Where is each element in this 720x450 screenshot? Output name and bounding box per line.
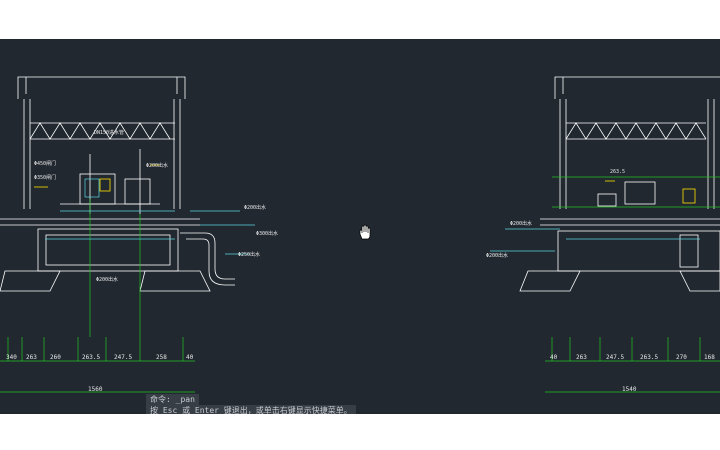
label-l6: Φ300出水 — [256, 230, 278, 237]
right-dimensions: 40 263 247.5 263.5 270 168 1540 — [550, 354, 715, 393]
dim-left-1: 263 — [26, 354, 37, 361]
hand-pan-icon — [358, 224, 372, 240]
right-cyan-details — [490, 228, 700, 252]
dim-right-4: 270 — [676, 354, 687, 361]
label-l5: Φ200出水 — [244, 204, 266, 211]
label-r2: Φ200出水 — [510, 220, 532, 227]
label-l8: Φ200出水 — [96, 276, 118, 283]
dim-left-5: 258 — [156, 354, 167, 361]
command-history-line: 命令: _pan — [146, 394, 199, 405]
right-green-lines — [545, 176, 720, 393]
left-dimensions: 340 263 260 263.5 247.5 258 40 1560 — [6, 354, 194, 393]
dim-right-5: 168 — [704, 354, 715, 361]
label-l4: Φ200出水 — [146, 162, 168, 169]
label-l7: Φ250出水 — [238, 251, 260, 258]
dim-left-3: 263.5 — [82, 354, 100, 361]
right-building-section — [519, 76, 720, 292]
dim-right-total: 1540 — [622, 386, 637, 393]
dim-left-4: 247.5 — [114, 354, 132, 361]
right-labels: 263.5 Φ200出水 Φ200出水 — [486, 169, 625, 259]
dim-right-0: 40 — [550, 354, 558, 361]
right-yellow-details — [605, 180, 696, 204]
dim-left-0: 340 — [6, 354, 17, 361]
dim-right-2: 247.5 — [606, 354, 624, 361]
label-r1: 263.5 — [610, 169, 625, 175]
dim-left-total: 1560 — [88, 386, 103, 393]
dim-left-6: 40 — [186, 354, 194, 361]
drawing-canvas[interactable]: DN150进水管 Φ450闸门 Φ350闸门 Φ200出水 Φ200出水 Φ30… — [0, 39, 720, 414]
dim-left-2: 260 — [50, 354, 61, 361]
label-l2: Φ450闸门 — [34, 160, 56, 167]
dim-right-1: 263 — [576, 354, 587, 361]
label-r3: Φ200出水 — [486, 252, 508, 259]
left-labels: DN150进水管 Φ450闸门 Φ350闸门 Φ200出水 Φ200出水 Φ30… — [34, 129, 278, 283]
left-green-lines — [0, 199, 195, 393]
label-l1: DN150进水管 — [94, 129, 124, 136]
left-building-section — [0, 76, 235, 292]
dim-right-3: 263.5 — [640, 354, 658, 361]
label-l3: Φ350闸门 — [34, 174, 56, 181]
command-prompt-line[interactable]: 按 Esc 或 Enter 键退出，或单击右键显示快捷菜单。 — [146, 405, 356, 414]
